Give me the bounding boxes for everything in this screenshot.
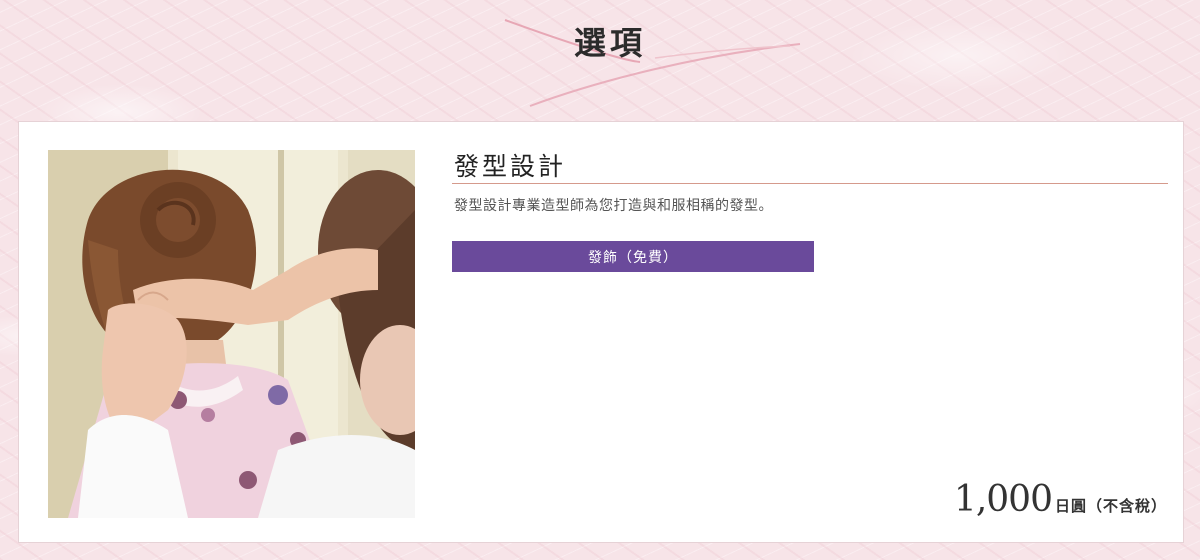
hairstyling-photo <box>48 150 415 518</box>
option-content: 發型設計 發型設計專業造型師為您打造與和服相稱的發型。 發飾（免費） <box>452 150 1168 272</box>
option-title: 發型設計 <box>454 152 567 181</box>
price-amount: 1,000 <box>953 479 1053 520</box>
hair-accessory-button[interactable]: 發飾（免費） <box>452 241 814 272</box>
price: 1,000 日圓（不含稅） <box>954 479 1167 520</box>
option-description: 發型設計專業造型師為您打造與和服相稱的發型。 <box>454 198 773 214</box>
section-title: 選項 <box>573 24 646 62</box>
option-card: 發型設計 發型設計專業造型師為您打造與和服相稱的發型。 發飾（免費） 1,000… <box>18 121 1184 543</box>
title-divider <box>452 183 1168 184</box>
section-header: 選項 <box>0 0 1200 120</box>
price-unit: 日圓（不含稅） <box>1054 497 1167 515</box>
